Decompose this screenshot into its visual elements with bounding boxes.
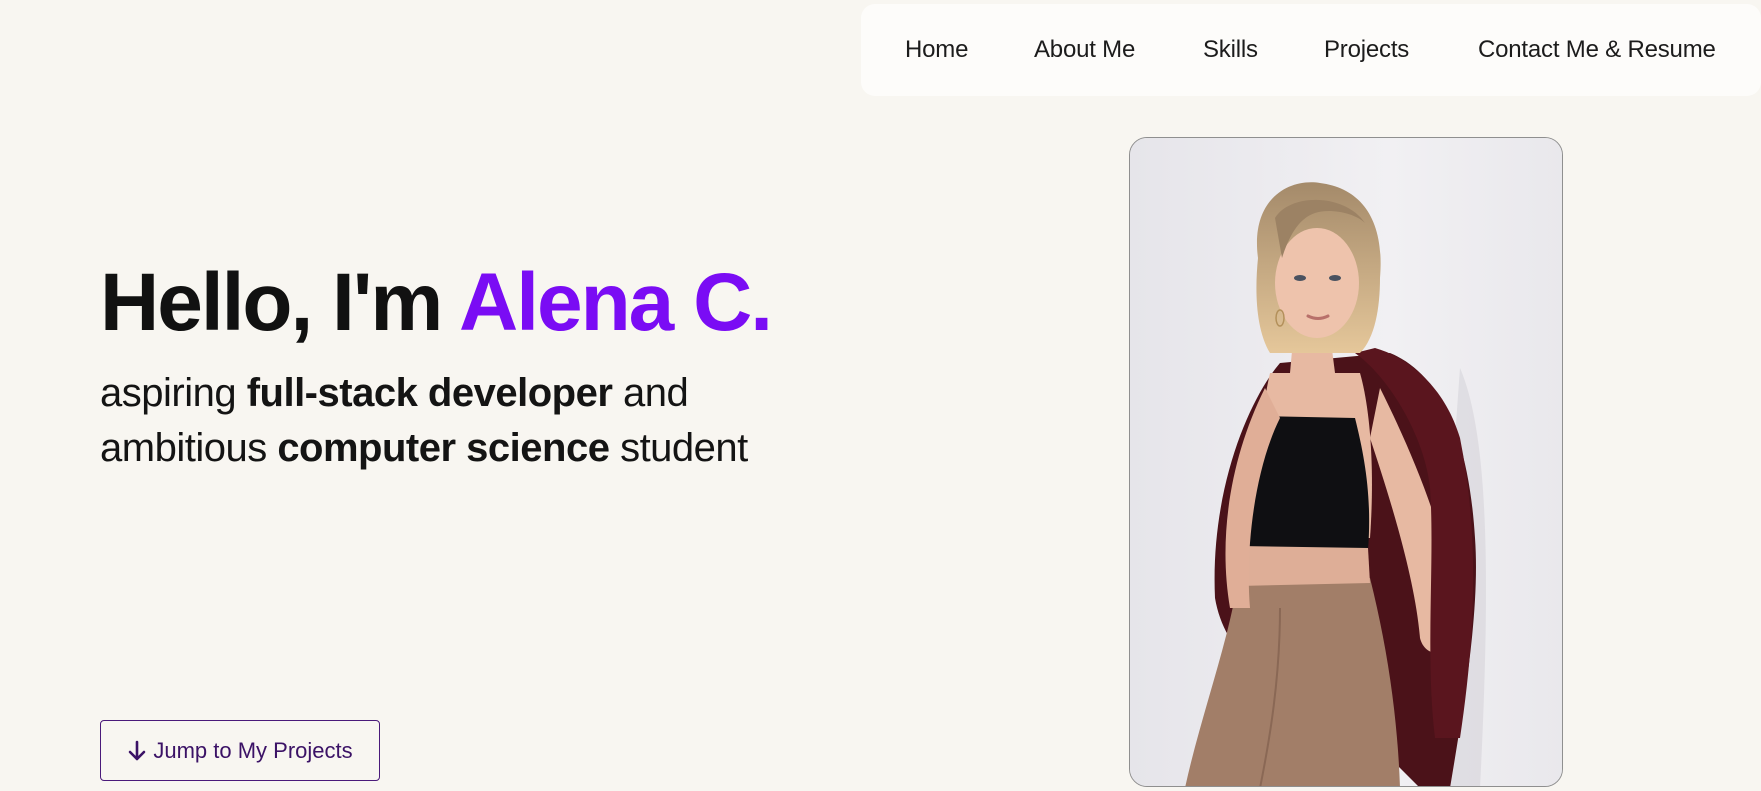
nav-home[interactable]: Home — [905, 4, 968, 96]
jump-button-label: Jump to My Projects — [153, 737, 353, 763]
nav-projects[interactable]: Projects — [1324, 4, 1409, 96]
hero-line2-suffix: student — [609, 426, 748, 470]
hero-line1-suffix: and — [612, 371, 689, 415]
hero-greeting: Hello, I'm — [100, 257, 459, 348]
portrait-photo — [1129, 137, 1563, 787]
hero-name: Alena C. — [458, 257, 773, 348]
hero-line2-prefix: ambitious — [100, 426, 278, 470]
jump-to-projects-button[interactable]: Jump to My Projects — [100, 720, 380, 781]
nav-skills[interactable]: Skills — [1203, 4, 1258, 96]
hero-title: Hello, I'm Alena C. — [100, 257, 773, 348]
arrow-down-icon — [127, 740, 147, 762]
top-nav: Home About Me Skills Projects Contact Me… — [861, 4, 1761, 96]
page: Home About Me Skills Projects Contact Me… — [0, 0, 1761, 791]
hero-line1-bold: full-stack developer — [246, 371, 613, 415]
hero-subtitle: aspiring full-stack developer and ambitio… — [100, 366, 748, 476]
nav-contact-resume[interactable]: Contact Me & Resume — [1478, 4, 1716, 96]
hero-line2-bold: computer science — [277, 426, 610, 470]
hero-line1-prefix: aspiring — [100, 371, 247, 415]
nav-about-me[interactable]: About Me — [1034, 4, 1135, 96]
